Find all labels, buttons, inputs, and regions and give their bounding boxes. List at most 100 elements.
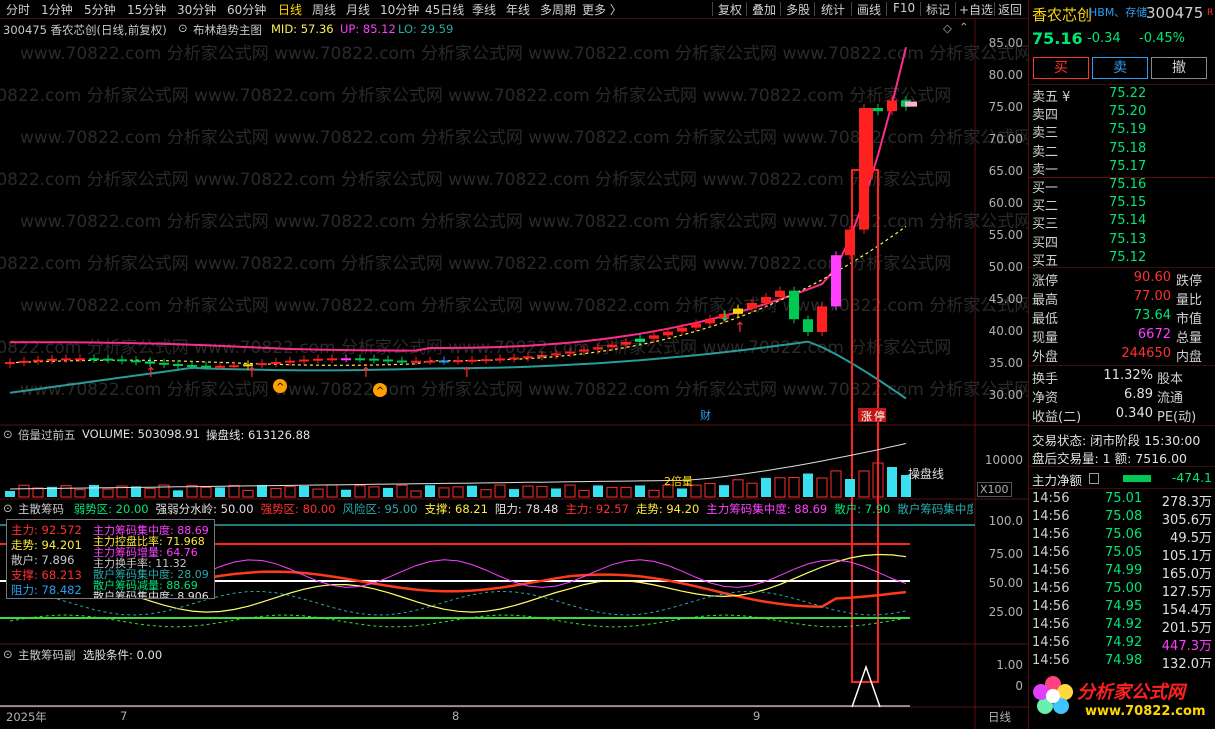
candle-body [425, 360, 435, 363]
collapse-icon[interactable]: ⌃ [959, 20, 969, 34]
tab-quarterly[interactable]: 季线 [472, 1, 496, 18]
biaoji-button[interactable]: 标记 [926, 1, 950, 18]
tick-amount: 154.4万 [1161, 603, 1212, 618]
add-watchlist-button[interactable]: +自选 [959, 1, 993, 18]
tongji-button[interactable]: 统计 [821, 1, 845, 18]
candle-body [19, 360, 29, 363]
volume-bar [774, 477, 786, 498]
tab-more[interactable]: 更多 〉 [582, 1, 622, 18]
fuquan-button[interactable]: 复权 [718, 1, 742, 18]
candle-body [775, 290, 785, 297]
tick-price: 75.01 [1105, 491, 1143, 506]
volume-bar [438, 487, 450, 498]
tick-amount: 201.5万 [1161, 621, 1212, 636]
tooltip-line: 主力: 92.572 [11, 523, 82, 537]
stat-value: 77.00 [1133, 289, 1171, 304]
tab-monthly[interactable]: 月线 [346, 1, 370, 18]
chips-indicator-name[interactable]: 主散筹码 [18, 502, 64, 516]
tab-60min[interactable]: 60分钟 [227, 1, 266, 18]
tab-30min[interactable]: 30分钟 [177, 1, 216, 18]
tab-45day[interactable]: 45日线 [425, 1, 464, 18]
volume-toggle-icon[interactable]: ⊙ [3, 427, 13, 441]
period-label: 日线 [988, 710, 1011, 724]
indicator-toggle-icon[interactable]: ⊙ [178, 21, 188, 35]
volume-bar [354, 485, 366, 498]
bid-label: 买三 [1032, 217, 1059, 233]
retail-curve [9, 614, 907, 628]
sub-indicator-name[interactable]: 主散筹码副 [18, 647, 76, 663]
tab-weekly[interactable]: 周线 [312, 1, 336, 18]
volume-bar [648, 489, 660, 498]
chips-value: 主力筹码集中度: 88.69 [706, 502, 828, 516]
diejia-button[interactable]: 叠加 [752, 1, 776, 18]
volume-bar [257, 485, 267, 497]
year-label: 2025年 [6, 710, 47, 724]
stat-value: 6.89 [1124, 387, 1153, 402]
candle-body [327, 358, 337, 361]
diamond-icon[interactable]: ◇ [943, 21, 952, 35]
buy-arrow-icon: ↑ [461, 365, 473, 381]
axis-tick: 35.00 [988, 356, 1023, 370]
kline-chart-area[interactable]: www.70822.com 分析家公式网 www.70822.com 分析家公式… [0, 19, 1028, 729]
volume-bar [536, 485, 548, 498]
volume-bar [522, 485, 534, 498]
tick-time: 14:56 [1032, 491, 1070, 506]
duogu-button[interactable]: 多股 [786, 1, 810, 18]
sub-toggle-icon[interactable]: ⊙ [3, 647, 13, 661]
tab-5min[interactable]: 5分钟 [84, 1, 116, 18]
axis-tick: 30.00 [988, 388, 1023, 402]
tab-daily[interactable]: 日线 [278, 1, 302, 18]
candle-body [649, 335, 659, 339]
tab-fenshi[interactable]: 分时 [6, 1, 30, 18]
divider [1029, 488, 1215, 489]
tick-price: 75.08 [1105, 509, 1143, 524]
tab-10min[interactable]: 10分钟 [380, 1, 419, 18]
volume-bars [5, 462, 911, 498]
volume-bar [494, 484, 506, 498]
huaxian-button[interactable]: 画线 [857, 1, 881, 18]
stat-label: 最高 [1032, 293, 1059, 308]
bid-price: 75.12 [1109, 249, 1147, 265]
candle-body [355, 358, 365, 361]
panline-value: 操盘线: 613126.88 [206, 428, 311, 442]
candle-body [523, 356, 533, 359]
after-hours-volume: 盘后交易量: 1 额: 7516.00 [1032, 451, 1187, 466]
chips-toggle-icon[interactable]: ⊙ [3, 501, 13, 515]
stat-label: 换手 [1032, 372, 1059, 387]
toolbar-divider [851, 2, 852, 16]
volume-bar [788, 476, 800, 498]
chips-value: 散户筹码集中度: 38.9 [897, 502, 973, 516]
f10-button[interactable]: F10 [893, 1, 915, 15]
volume-bar [620, 486, 632, 498]
buy-button[interactable]: 买 [1033, 57, 1089, 79]
tab-multi-period[interactable]: 多周期 [540, 1, 576, 18]
volume-bar [858, 470, 870, 498]
chips-axis-tick: 50.00 [988, 576, 1023, 590]
tick-price: 75.06 [1105, 527, 1143, 542]
watermark-text: www.70822.com 分析家公式网 www.70822.com 分析家公式… [0, 170, 951, 190]
net-amount-label[interactable]: 主力净额 [1032, 470, 1082, 489]
sell-button[interactable]: 卖 [1092, 57, 1148, 79]
volume-bar [5, 491, 15, 497]
volume-bar [215, 487, 225, 497]
sub-axis-tick: 0 [1015, 679, 1023, 693]
volume-indicator-name[interactable]: 倍量过前五 [18, 427, 76, 443]
stock-name: 香农芯创 [1032, 6, 1093, 24]
limit-up-candle [861, 108, 873, 179]
tick-time: 14:56 [1032, 527, 1070, 542]
candle-body [299, 359, 309, 362]
candle-body [621, 341, 631, 345]
candle-body [747, 302, 757, 309]
candle-body [831, 255, 841, 307]
stock-tags[interactable]: HBM、存储 [1089, 4, 1147, 20]
candle-body [341, 358, 351, 361]
indicator-name[interactable]: 布林趋势主图 [193, 22, 262, 38]
stat-value: 11.32% [1103, 368, 1153, 383]
tab-15min[interactable]: 15分钟 [127, 1, 166, 18]
back-button[interactable]: 返回 [998, 1, 1022, 18]
list-icon[interactable] [1089, 473, 1099, 484]
cancel-order-button[interactable]: 撤 [1151, 57, 1207, 79]
tab-1min[interactable]: 1分钟 [41, 1, 73, 18]
candle-body [285, 360, 295, 363]
tab-yearly[interactable]: 年线 [506, 1, 530, 18]
